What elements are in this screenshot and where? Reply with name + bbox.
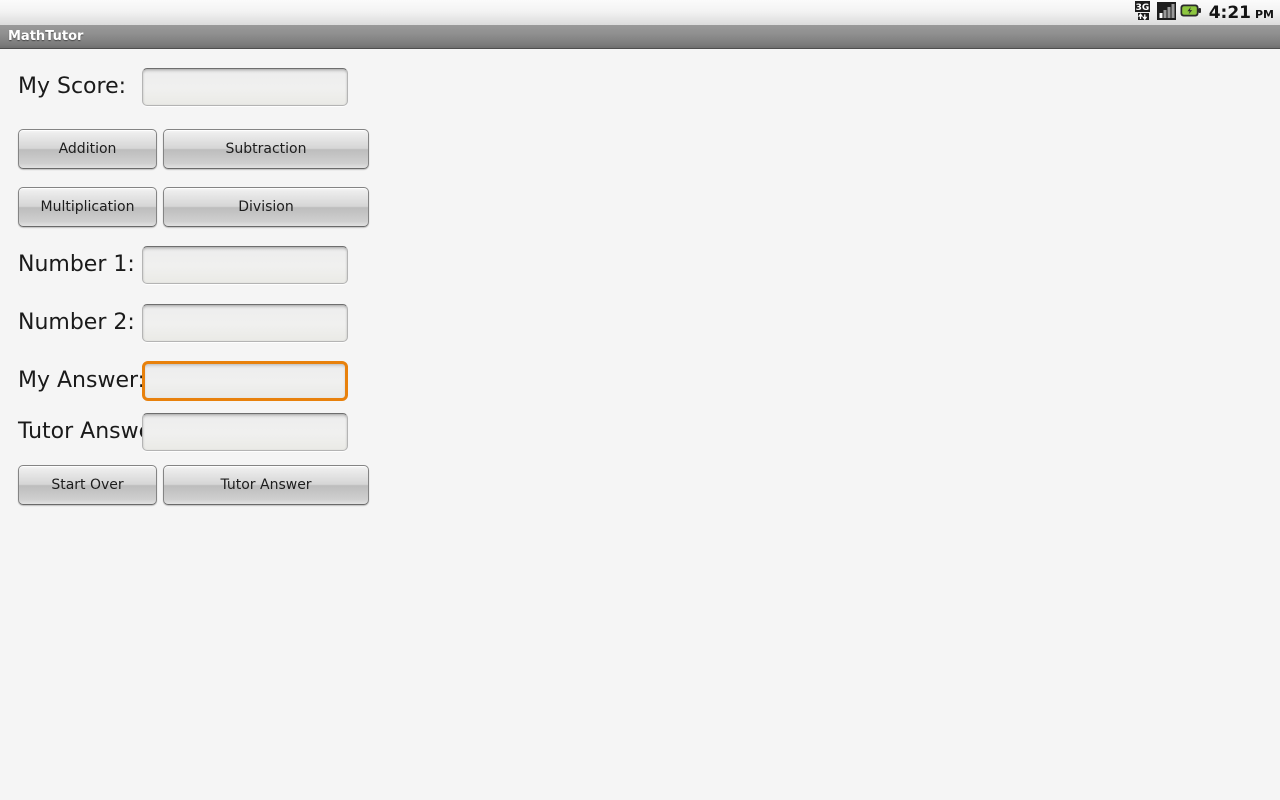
my-answer-row: My Answer: bbox=[0, 358, 348, 404]
addition-button[interactable]: Addition bbox=[18, 129, 157, 169]
operation-row-1: Addition Subtraction bbox=[0, 126, 369, 172]
score-label: My Score: bbox=[18, 74, 127, 99]
number2-row: Number 2: bbox=[0, 300, 348, 346]
my-answer-input[interactable] bbox=[142, 361, 348, 401]
battery-charging-icon bbox=[1180, 1, 1202, 24]
score-input[interactable] bbox=[142, 68, 348, 106]
operation-row-2: Multiplication Division bbox=[0, 184, 369, 230]
svg-text:3G: 3G bbox=[1135, 3, 1149, 13]
score-row: My Score: bbox=[0, 64, 348, 110]
signal-bars-icon bbox=[1156, 1, 1176, 24]
number2-input[interactable] bbox=[142, 304, 348, 342]
status-bar-icons: 3G bbox=[1134, 1, 1202, 24]
app-content: My Score: Addition Subtraction Multiplic… bbox=[0, 50, 1280, 800]
my-answer-label: My Answer: bbox=[18, 368, 146, 393]
action-row: Start Over Tutor Answer bbox=[0, 462, 369, 508]
tutor-answer-row: Tutor Answer: bbox=[0, 409, 348, 455]
number1-input[interactable] bbox=[142, 246, 348, 284]
division-button[interactable]: Division bbox=[163, 187, 369, 227]
multiplication-button[interactable]: Multiplication bbox=[18, 187, 157, 227]
status-bar: 3G 4:21 PM bbox=[0, 0, 1280, 25]
network-3g-icon: 3G bbox=[1134, 1, 1153, 24]
clock-time: 4:21 bbox=[1208, 2, 1251, 23]
clock-ampm: PM bbox=[1254, 7, 1274, 21]
app-title: MathTutor bbox=[8, 29, 84, 44]
subtraction-button[interactable]: Subtraction bbox=[163, 129, 369, 169]
status-bar-clock: 4:21 PM bbox=[1209, 3, 1274, 23]
number1-label: Number 1: bbox=[18, 252, 135, 277]
tutor-answer-button[interactable]: Tutor Answer bbox=[163, 465, 369, 505]
number2-label: Number 2: bbox=[18, 310, 135, 335]
app-title-bar: MathTutor bbox=[0, 25, 1280, 49]
number1-row: Number 1: bbox=[0, 242, 348, 288]
tutor-answer-label: Tutor Answer: bbox=[18, 419, 169, 444]
start-over-button[interactable]: Start Over bbox=[18, 465, 157, 505]
tutor-answer-input[interactable] bbox=[142, 413, 348, 451]
